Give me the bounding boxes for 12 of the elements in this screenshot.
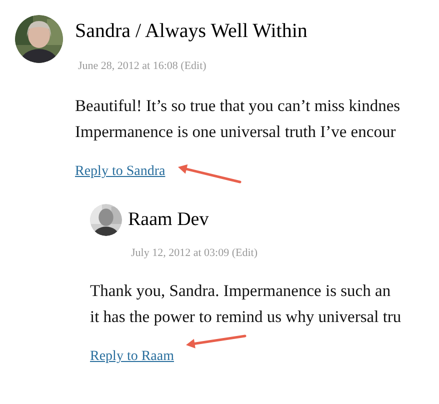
comment-date: June 28, 2012 at 16:08 (Edit)	[78, 60, 206, 72]
comment-text: Thank you, Sandra. Impermanence is such an	[90, 280, 392, 302]
author-name: Raam Dev	[128, 208, 209, 232]
arrow-icon	[178, 164, 242, 184]
comment-date: July 12, 2012 at 03:09 (Edit)	[131, 247, 258, 259]
reply-link[interactable]: Reply to Sandra	[75, 164, 166, 179]
author-name: Sandra / Always Well Within	[75, 19, 308, 44]
comment-text: Beautiful! It’s so true that you can’t miss kindnes	[75, 95, 402, 117]
reply-link[interactable]: Reply to Raam	[90, 349, 174, 364]
comment-text: Impermanence is one universal truth I’ve encour	[75, 121, 397, 143]
comment-text: it has the power to remind us why universal tru	[90, 306, 402, 328]
arrow-icon	[186, 334, 246, 348]
